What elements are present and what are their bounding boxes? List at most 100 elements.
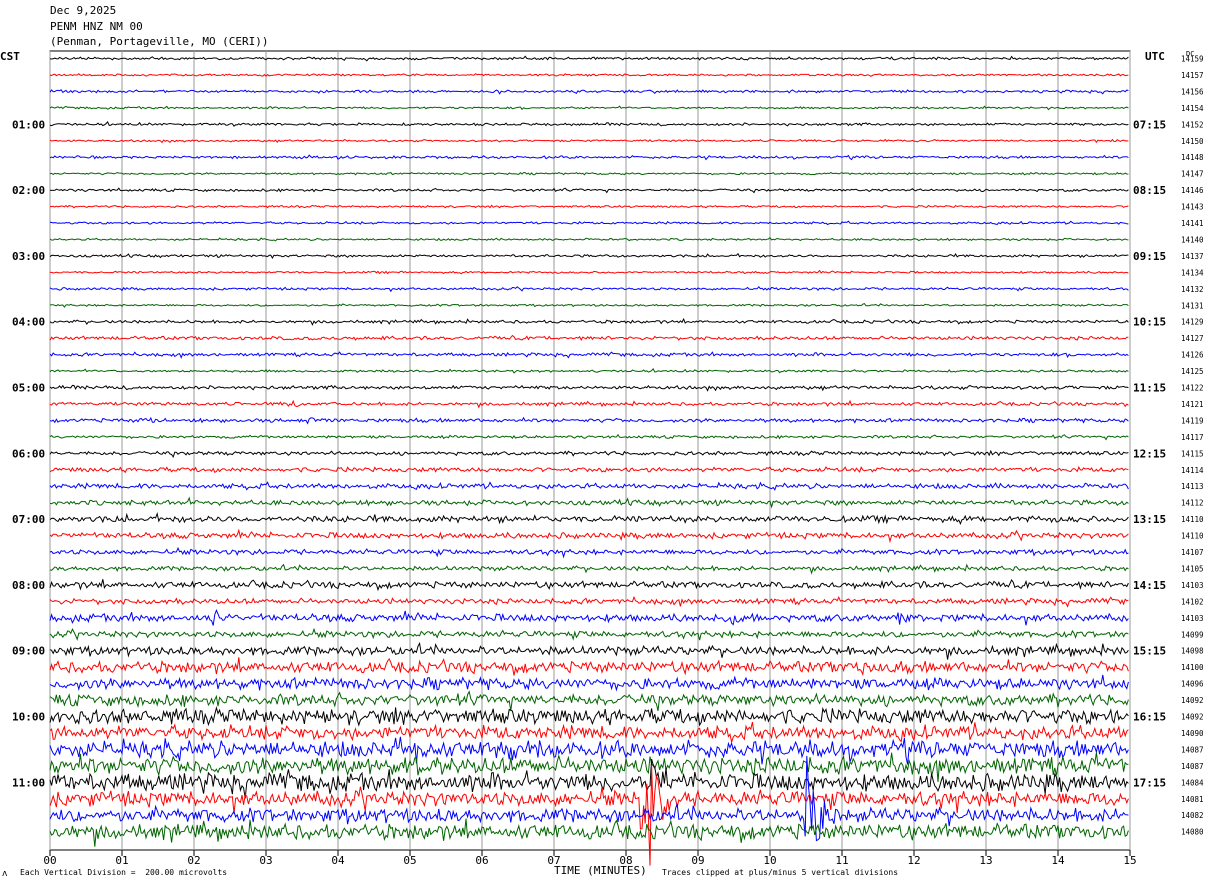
dc-offset-label: 14147: [1181, 170, 1204, 179]
x-tick-label: 00: [43, 854, 56, 867]
dc-offset-label: 14112: [1181, 499, 1204, 508]
x-tick-label: 11: [835, 854, 848, 867]
left-hour-label: 11:00: [12, 776, 45, 789]
left-hour-label: 03:00: [12, 250, 45, 263]
dc-offset-label: 14134: [1181, 268, 1204, 277]
dc-offset-label: 14110: [1181, 532, 1204, 541]
seismic-trace: [49, 608, 1129, 626]
dc-offset-label: 14090: [1181, 729, 1204, 738]
dc-offset-label: 14148: [1181, 153, 1204, 162]
seismic-trace: [49, 121, 1129, 127]
dc-offset-label: 14159: [1181, 55, 1204, 64]
seismic-trace: [49, 641, 1129, 660]
seismic-trace: [49, 317, 1129, 326]
dc-offset-label: 14087: [1181, 745, 1204, 754]
x-tick-label: 02: [187, 854, 200, 867]
dc-offset-label: 14154: [1181, 104, 1204, 113]
seismic-trace: [49, 563, 1129, 575]
seismic-trace: [49, 721, 1129, 743]
clip-note: Traces clipped at plus/minus 5 vertical …: [662, 868, 899, 877]
dc-offset-label: 14107: [1181, 548, 1204, 557]
scale-note: Each Vertical Division = 200.00 microvol…: [20, 868, 228, 877]
left-hour-label: 08:00: [12, 579, 45, 592]
seismic-trace: [49, 595, 1129, 608]
left-hour-label: 02:00: [12, 184, 45, 197]
dc-offset-label: 14082: [1181, 811, 1204, 820]
seismic-trace: [49, 220, 1129, 226]
dc-offset-label: 14098: [1181, 647, 1204, 656]
seismic-trace: [49, 528, 1129, 544]
dc-offset-label: 14103: [1181, 614, 1204, 623]
dc-offset-label: 14084: [1181, 778, 1204, 787]
seismic-trace: [49, 496, 1129, 509]
dc-offset-label: 14140: [1181, 235, 1204, 244]
seismic-trace: [49, 416, 1129, 425]
left-hour-label: 04:00: [12, 316, 45, 329]
seismic-trace: [49, 351, 1129, 359]
seismic-trace: [49, 252, 1129, 260]
left-hour-label: 07:00: [12, 513, 45, 526]
right-hour-label: 11:15: [1133, 382, 1166, 395]
dc-offset-label: 14103: [1181, 581, 1204, 590]
right-hour-label: 08:15: [1133, 184, 1166, 197]
seismic-trace: [49, 546, 1129, 559]
dc-offset-label: 14110: [1181, 515, 1204, 524]
dc-offset-label: 14117: [1181, 433, 1204, 442]
right-hour-label: 15:15: [1133, 645, 1166, 658]
seismic-trace: [49, 657, 1129, 677]
dc-offset-label: 14126: [1181, 351, 1204, 360]
seismic-trace: [49, 89, 1129, 95]
seismic-trace: [49, 674, 1129, 692]
left-hour-label: 05:00: [12, 382, 45, 395]
seismic-trace: [49, 511, 1129, 525]
x-tick-label: 01: [115, 854, 128, 867]
right-hour-label: 12:15: [1133, 447, 1166, 460]
right-hour-label: 13:15: [1133, 513, 1166, 526]
seismic-trace: [49, 433, 1129, 441]
dc-offset-label: 14143: [1181, 203, 1204, 212]
dc-offset-label: 14102: [1181, 597, 1204, 606]
seismic-trace: [49, 705, 1129, 727]
x-tick-label: 10: [763, 854, 776, 867]
seismic-trace: [49, 736, 1129, 765]
right-hour-label: 17:15: [1133, 776, 1166, 789]
right-hour-label: 09:15: [1133, 250, 1166, 263]
dc-offset-label: 14122: [1181, 384, 1204, 393]
right-hour-label: 10:15: [1133, 316, 1166, 329]
seismic-trace: [49, 481, 1129, 491]
dc-offset-label: 14125: [1181, 367, 1204, 376]
dc-offset-label: 14115: [1181, 449, 1204, 458]
right-hour-label: 07:15: [1133, 118, 1166, 131]
seismic-trace: [49, 449, 1129, 459]
dc-offset-label: 14141: [1181, 219, 1204, 228]
dc-offset-label: 14096: [1181, 680, 1204, 689]
dc-offset-label: 14156: [1181, 87, 1204, 96]
left-hour-label: 09:00: [12, 645, 45, 658]
dc-offset-label: 14119: [1181, 416, 1204, 425]
dc-offset-label: 14105: [1181, 564, 1204, 573]
x-tick-label: 12: [907, 854, 920, 867]
seismic-trace: [49, 302, 1129, 308]
seismic-trace: [49, 154, 1129, 161]
seismic-trace: [49, 138, 1129, 144]
x-tick-label: 15: [1123, 854, 1136, 867]
dc-offset-label: 14131: [1181, 301, 1204, 310]
left-hour-label: 10:00: [12, 711, 45, 724]
x-tick-label: 14: [1051, 854, 1065, 867]
dc-offset-label: 14127: [1181, 334, 1204, 343]
dc-offset-label: 14081: [1181, 795, 1204, 804]
seismic-trace: [49, 105, 1129, 111]
corner-mark: ʌ: [2, 869, 8, 879]
seismic-trace: [49, 334, 1129, 341]
seismic-trace: [49, 627, 1129, 641]
left-hour-label: 01:00: [12, 118, 45, 131]
dc-offset-label: 14092: [1181, 696, 1204, 705]
plot-frame: [49, 50, 1131, 851]
dc-offset-label: 14092: [1181, 713, 1204, 722]
x-tick-label: 06: [475, 854, 488, 867]
dc-offset-label: 14132: [1181, 285, 1204, 294]
x-tick-label: 05: [403, 854, 416, 867]
seismic-trace: [49, 73, 1129, 77]
x-axis-title: TIME (MINUTES): [554, 864, 647, 877]
seismic-trace: [49, 818, 1129, 847]
